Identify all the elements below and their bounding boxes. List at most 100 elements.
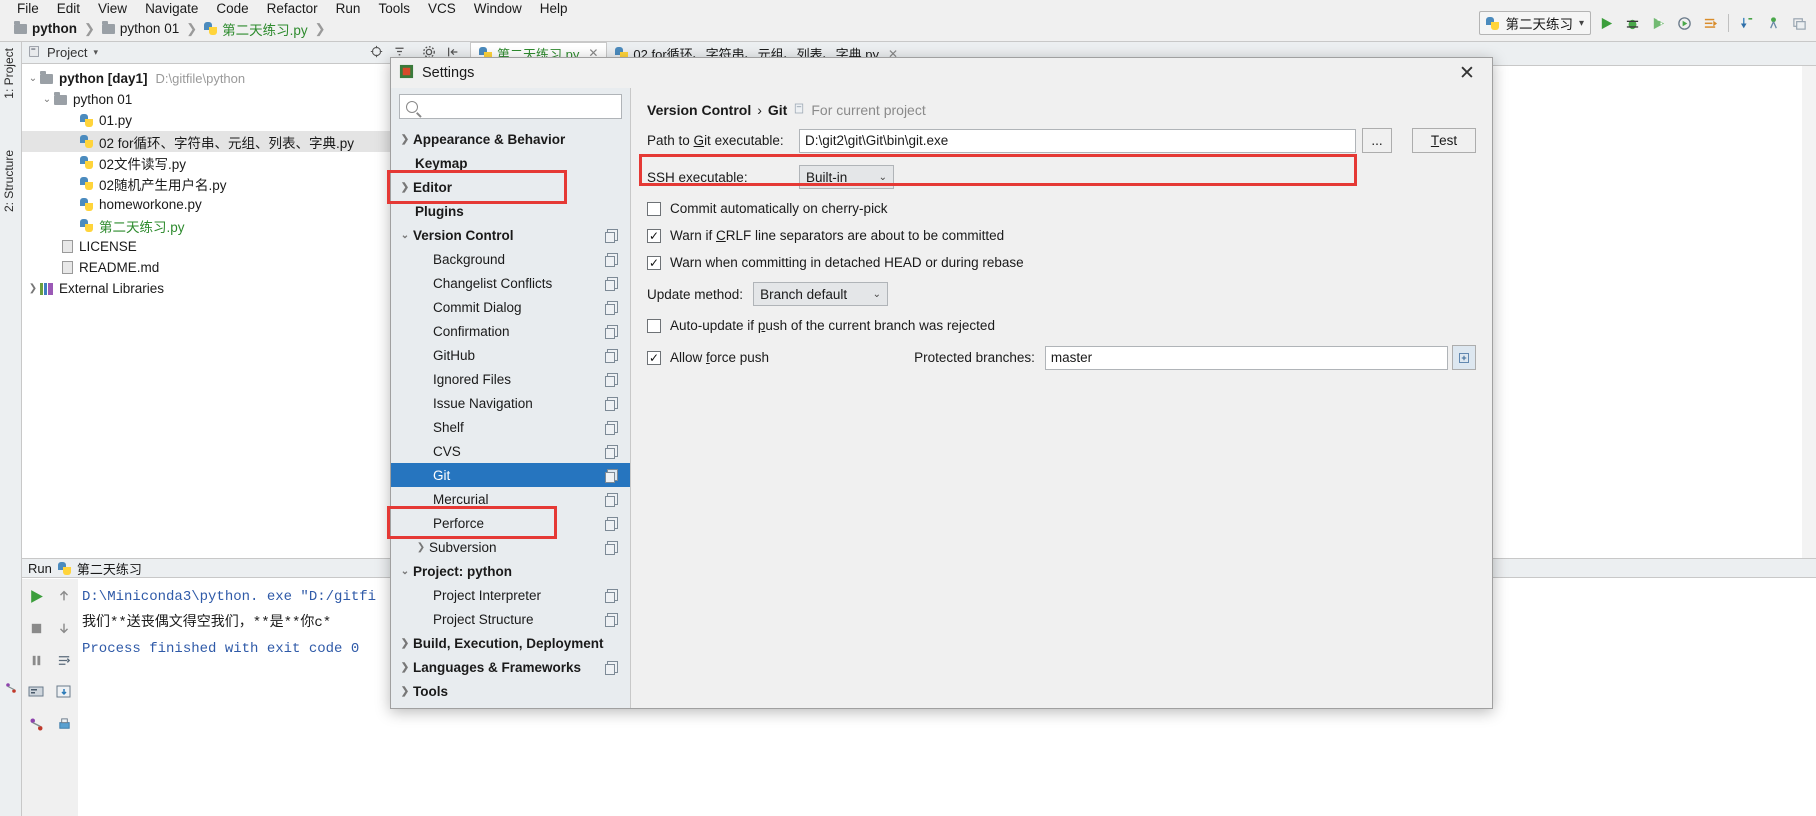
tree-item-day2-exercise[interactable]: 第二天练习.py	[22, 215, 412, 236]
vcs-commit-icon[interactable]	[1762, 12, 1784, 34]
tree-item-homeworkone[interactable]: homeworkone.py	[22, 194, 412, 215]
tree-item-external-libraries[interactable]: ❯ External Libraries	[22, 278, 412, 299]
menu-item-help[interactable]: Help	[531, 1, 577, 16]
settings-item-mercurial[interactable]: Mercurial	[391, 487, 630, 511]
copy-settings-icon[interactable]	[605, 469, 618, 483]
test-button[interactable]: Test	[1412, 128, 1476, 153]
tree-item-python-day1[interactable]: ⌄ python [day1] D:\gitfile\python	[22, 68, 412, 89]
copy-settings-icon[interactable]	[605, 661, 618, 675]
tree-item-readme[interactable]: README.md	[22, 257, 412, 278]
settings-item-perforce[interactable]: Perforce	[391, 511, 630, 535]
auto-update-row[interactable]: Auto-update if push of the current branc…	[647, 318, 1476, 333]
settings-tree[interactable]: ❯ Appearance & Behavior Keymap ❯ Editor …	[391, 123, 630, 703]
tree-item-01py[interactable]: 01.py	[22, 110, 412, 131]
copy-settings-icon[interactable]	[605, 493, 618, 507]
chevron-right-icon[interactable]: ❯	[397, 638, 413, 649]
settings-item-github[interactable]: GitHub	[391, 343, 630, 367]
settings-item-build-execution-deployment[interactable]: ❯ Build, Execution, Deployment	[391, 631, 630, 655]
ssh-executable-select[interactable]: Built-in ⌄	[799, 165, 894, 189]
chevron-right-icon[interactable]: ❯	[397, 182, 413, 193]
settings-item-shelf[interactable]: Shelf	[391, 415, 630, 439]
chevron-right-icon[interactable]: ❯	[397, 134, 413, 145]
tree-item-02-for-loop[interactable]: 02 for循环、字符串、元组、列表、字典.py	[22, 131, 412, 152]
copy-settings-icon[interactable]	[605, 229, 618, 243]
tool-window-tab-structure[interactable]: 2: Structure	[2, 150, 16, 212]
chevron-down-icon[interactable]: ⌄	[397, 566, 413, 577]
chevron-right-icon[interactable]: ❯	[26, 283, 40, 294]
git-path-input[interactable]: D:\git2\git\Git\bin\git.exe	[799, 128, 1356, 153]
vcs-branch-icon[interactable]	[5, 682, 17, 694]
search-everywhere-icon[interactable]	[1788, 12, 1810, 34]
settings-search-box[interactable]	[399, 94, 622, 119]
chevron-right-icon[interactable]: ❯	[397, 662, 413, 673]
settings-item-issue-navigation[interactable]: Issue Navigation	[391, 391, 630, 415]
detached-head-row[interactable]: ✓ Warn when committing in detached HEAD …	[647, 255, 1476, 270]
settings-item-commit-dialog[interactable]: Commit Dialog	[391, 295, 630, 319]
coverage-icon[interactable]	[1647, 12, 1669, 34]
cherry-pick-row[interactable]: Commit automatically on cherry-pick	[647, 201, 1476, 216]
run-configuration-selector[interactable]: 第二天练习 ▾	[1479, 11, 1591, 35]
copy-settings-icon[interactable]	[605, 253, 618, 267]
chevron-right-icon[interactable]: ❯	[413, 542, 429, 553]
search-input[interactable]	[424, 98, 615, 115]
detached-head-checkbox[interactable]: ✓	[647, 255, 661, 270]
auto-update-checkbox[interactable]	[647, 318, 661, 333]
tree-item-02-file-rw[interactable]: 02文件读写.py	[22, 152, 412, 173]
settings-item-changelist-conflicts[interactable]: Changelist Conflicts	[391, 271, 630, 295]
chevron-down-icon[interactable]: ⌄	[40, 94, 54, 105]
settings-item-languages-frameworks[interactable]: ❯ Languages & Frameworks	[391, 655, 630, 679]
chevron-down-icon[interactable]: ⌄	[26, 73, 40, 84]
cherry-pick-checkbox[interactable]	[647, 201, 661, 216]
settings-item-appearance-behavior[interactable]: ❯ Appearance & Behavior	[391, 127, 630, 151]
menu-item-vcs[interactable]: VCS	[419, 1, 465, 16]
chevron-down-icon[interactable]: ▾	[93, 47, 98, 58]
soft-wrap-icon[interactable]	[53, 649, 75, 671]
breadcrumb-item-file[interactable]: 第二天练习.py	[204, 19, 308, 39]
crlf-warn-row[interactable]: ✓ Warn if CRLF line separators are about…	[647, 228, 1476, 243]
run-with-console-icon[interactable]	[1699, 12, 1721, 34]
run-icon[interactable]	[1595, 12, 1617, 34]
settings-item-confirmation[interactable]: Confirmation	[391, 319, 630, 343]
editor-scrollbar[interactable]	[1802, 66, 1816, 558]
settings-item-subversion[interactable]: ❯ Subversion	[391, 535, 630, 559]
copy-settings-icon[interactable]	[605, 349, 618, 363]
copy-settings-icon[interactable]	[605, 589, 618, 603]
menu-item-tools[interactable]: Tools	[369, 1, 419, 16]
copy-settings-icon[interactable]	[605, 301, 618, 315]
settings-item-project-python[interactable]: ⌄ Project: python	[391, 559, 630, 583]
debug-icon[interactable]	[1621, 12, 1643, 34]
breadcrumb-item-folder[interactable]: python 01	[101, 20, 179, 36]
chevron-right-icon[interactable]: ❯	[397, 686, 413, 697]
menu-item-navigate[interactable]: Navigate	[136, 1, 207, 16]
expand-protected-branches-button[interactable]	[1451, 345, 1476, 370]
copy-settings-icon[interactable]	[605, 277, 618, 291]
project-tree[interactable]: ⌄ python [day1] D:\gitfile\python ⌄ pyth…	[22, 64, 412, 299]
profile-icon[interactable]	[1673, 12, 1695, 34]
tree-item-02-random-username[interactable]: 02随机产生用户名.py	[22, 173, 412, 194]
down-arrow-icon[interactable]	[53, 617, 75, 639]
vcs-update-icon[interactable]	[1736, 12, 1758, 34]
stop-icon[interactable]	[25, 617, 47, 639]
copy-settings-icon[interactable]	[605, 613, 618, 627]
vcs-branch-icon[interactable]	[25, 713, 47, 735]
locate-icon[interactable]	[370, 45, 383, 61]
settings-item-version-control[interactable]: ⌄ Version Control	[391, 223, 630, 247]
copy-settings-icon[interactable]	[605, 373, 618, 387]
settings-item-keymap[interactable]: Keymap	[391, 151, 630, 175]
settings-item-git[interactable]: Git	[391, 463, 630, 487]
settings-item-cvs[interactable]: CVS	[391, 439, 630, 463]
update-method-select[interactable]: Branch default ⌄	[753, 282, 889, 306]
scroll-to-end-icon[interactable]	[53, 681, 75, 703]
crlf-warn-checkbox[interactable]: ✓	[647, 228, 661, 243]
menu-item-refactor[interactable]: Refactor	[258, 1, 327, 16]
settings-item-project-interpreter[interactable]: Project Interpreter	[391, 583, 630, 607]
menu-item-code[interactable]: Code	[207, 1, 257, 16]
copy-settings-icon[interactable]	[605, 397, 618, 411]
tree-item-license[interactable]: LICENSE	[22, 236, 412, 257]
settings-item-plugins[interactable]: Plugins	[391, 199, 630, 223]
copy-settings-icon[interactable]	[605, 421, 618, 435]
menu-item-file[interactable]: File	[8, 1, 48, 16]
settings-item-background[interactable]: Background	[391, 247, 630, 271]
up-arrow-icon[interactable]	[53, 585, 75, 607]
settings-item-ignored-files[interactable]: Ignored Files	[391, 367, 630, 391]
